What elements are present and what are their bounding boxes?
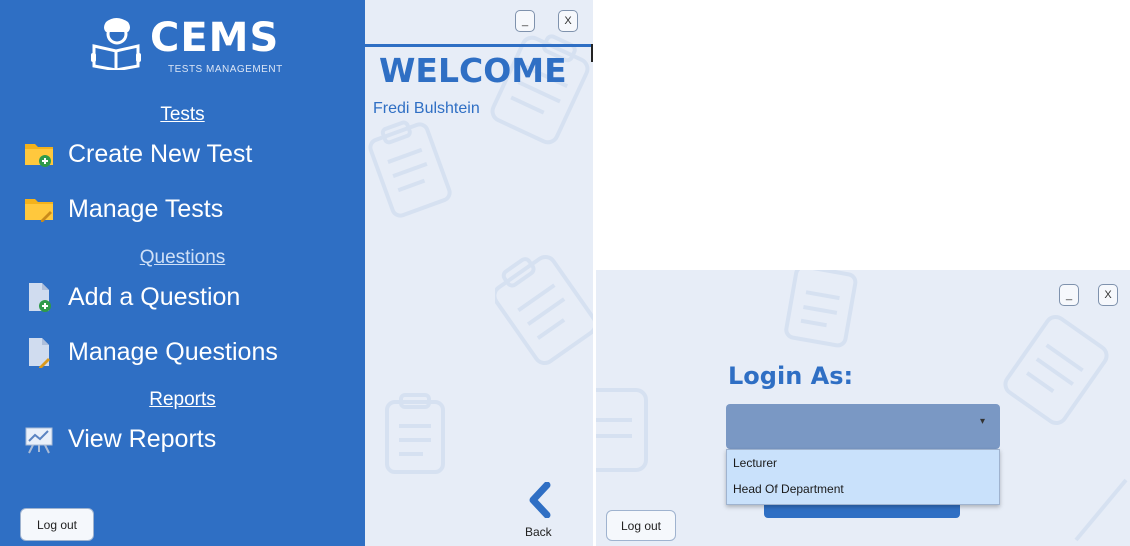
- back-label[interactable]: Back: [525, 525, 552, 539]
- clipboard-decor-icon-3: [1003, 314, 1109, 426]
- divider-edge: [591, 44, 593, 62]
- minimize-button[interactable]: _: [1059, 284, 1079, 306]
- sidebar-item-view-reports[interactable]: View Reports: [22, 422, 216, 456]
- sidebar-item-label: Manage Questions: [68, 337, 278, 366]
- logo-icon: [88, 14, 144, 72]
- main-panel: _ X WELCOME Fredi Bulshtein Back: [365, 0, 593, 546]
- clipboard-decor-icon-2: [490, 34, 590, 145]
- section-questions: Questions: [139, 247, 226, 268]
- login-panel: _ X Login As: ▾ Lecturer Head Of Departm…: [596, 270, 1130, 546]
- sidebar-item-manage-tests[interactable]: Manage Tests: [22, 192, 223, 226]
- sidebar-item-label: Create New Test: [68, 139, 253, 168]
- clipboard-decor-icon: [784, 270, 858, 348]
- close-button[interactable]: X: [1098, 284, 1118, 306]
- role-option-head-of-department[interactable]: Head Of Department: [727, 476, 999, 502]
- sidebar-item-label: Manage Tests: [68, 194, 224, 223]
- clipboard-decor-icon: [368, 120, 452, 218]
- chevron-down-icon: ▾: [980, 416, 986, 427]
- clipboard-decor-icon-2: [596, 388, 648, 472]
- sidebar-item-add-question[interactable]: Add a Question: [22, 280, 240, 314]
- logout-button[interactable]: Log out: [606, 510, 676, 541]
- app-subtitle: TESTS MANAGEMENT: [168, 64, 283, 75]
- document-edit-icon: [22, 335, 56, 369]
- sidebar-item-create-new-test[interactable]: Create New Test: [22, 137, 252, 171]
- sidebar: CEMS TESTS MANAGEMENT Tests Create New T…: [0, 0, 365, 546]
- role-dropdown: Lecturer Head Of Department: [726, 449, 1000, 505]
- header-divider: [365, 44, 593, 47]
- sidebar-item-manage-questions[interactable]: Manage Questions: [22, 335, 278, 369]
- clipboard-decor-icon-4: [385, 393, 445, 474]
- clipboard-decor-icon-3: [495, 254, 593, 366]
- folder-add-icon: [22, 137, 56, 171]
- clipboard-decor-icon-4: [1074, 478, 1128, 542]
- minimize-button[interactable]: _: [515, 10, 535, 32]
- login-title: Login As:: [728, 362, 854, 390]
- back-arrow-icon[interactable]: [525, 481, 555, 519]
- section-tests: Tests: [160, 104, 205, 125]
- presentation-chart-icon: [22, 422, 56, 456]
- close-button[interactable]: X: [558, 10, 578, 32]
- document-add-icon: [22, 280, 56, 314]
- section-reports: Reports: [149, 389, 216, 410]
- app-name: CEMS: [150, 15, 280, 61]
- folder-edit-icon: [22, 192, 56, 226]
- role-select[interactable]: ▾: [726, 404, 1000, 449]
- logout-button[interactable]: Log out: [20, 508, 94, 541]
- welcome-title: WELCOME: [379, 51, 567, 90]
- user-name: Fredi Bulshtein: [373, 100, 480, 117]
- sidebar-item-label: View Reports: [68, 424, 217, 453]
- role-option-lecturer[interactable]: Lecturer: [727, 450, 999, 476]
- sidebar-item-label: Add a Question: [68, 282, 241, 311]
